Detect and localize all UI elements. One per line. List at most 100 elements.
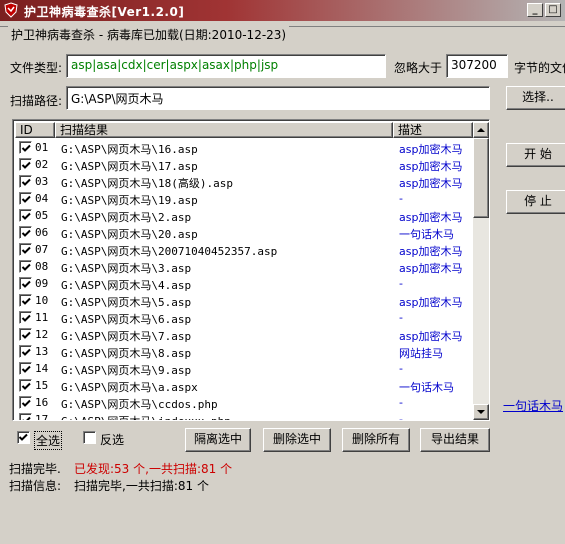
table-row[interactable]: 05 G:\ASP\网页木马\2.asp asp加密木马 bbox=[15, 207, 473, 224]
window-title: 护卫神病毒查杀[Ver1.2.0] bbox=[24, 5, 185, 19]
checkmark-icon bbox=[21, 348, 31, 356]
row-path: G:\ASP\网页木马\3.asp bbox=[61, 262, 192, 275]
row-desc: asp加密木马 bbox=[399, 177, 463, 190]
checkmark-icon bbox=[21, 280, 31, 288]
row-id: 07 bbox=[35, 243, 49, 256]
row-path: G:\ASP\网页木马\5.asp bbox=[61, 296, 192, 309]
row-path: G:\ASP\网页木马\a.aspx bbox=[61, 381, 198, 394]
maximize-button[interactable]: □ bbox=[545, 3, 561, 17]
table-row[interactable]: 15 G:\ASP\网页木马\a.aspx 一句话木马 bbox=[15, 377, 473, 394]
table-row[interactable]: 08 G:\ASP\网页木马\3.asp asp加密木马 bbox=[15, 258, 473, 275]
invert-label[interactable]: 反选 bbox=[100, 431, 124, 448]
invert-checkbox[interactable] bbox=[83, 431, 96, 444]
scroll-up-button[interactable] bbox=[473, 122, 489, 138]
table-row[interactable]: 03 G:\ASP\网页木马\18(高级).asp asp加密木马 bbox=[15, 173, 473, 190]
row-checkbox[interactable] bbox=[19, 158, 32, 171]
select-all-checkbox[interactable] bbox=[17, 431, 30, 444]
ignore-label: 忽略大于 bbox=[394, 61, 443, 75]
row-checkbox[interactable] bbox=[19, 413, 32, 420]
select-all-label[interactable]: 全选 bbox=[34, 431, 63, 450]
status-info-text: 扫描完毕,一共扫描:81 个 bbox=[74, 479, 209, 493]
ignore-size-input[interactable]: 307200 bbox=[446, 54, 508, 78]
table-row[interactable]: 11 G:\ASP\网页木马\6.asp - bbox=[15, 309, 473, 326]
checkmark-icon bbox=[21, 195, 31, 203]
table-row[interactable]: 04 G:\ASP\网页木马\19.asp - bbox=[15, 190, 473, 207]
checkmark-icon bbox=[21, 365, 31, 373]
row-id: 02 bbox=[35, 158, 49, 171]
row-desc: - bbox=[399, 277, 403, 290]
filetype-label: 文件类型: bbox=[10, 61, 63, 75]
table-row[interactable]: 10 G:\ASP\网页木马\5.asp asp加密木马 bbox=[15, 292, 473, 309]
table-row[interactable]: 14 G:\ASP\网页木马\9.asp - bbox=[15, 360, 473, 377]
column-header-result[interactable]: 扫描结果 bbox=[55, 122, 393, 138]
row-checkbox[interactable] bbox=[19, 328, 32, 341]
row-path: G:\ASP\网页木马\20071040452357.asp bbox=[61, 245, 278, 258]
row-path: G:\ASP\网页木马\17.asp bbox=[61, 160, 198, 173]
row-id: 17 bbox=[35, 413, 49, 421]
row-desc: asp加密木马 bbox=[399, 211, 463, 224]
checkmark-icon bbox=[21, 399, 31, 407]
filetype-input[interactable]: asp|asa|cdx|cer|aspx|asax|php|jsp bbox=[66, 54, 386, 78]
row-checkbox[interactable] bbox=[19, 396, 32, 409]
scan-path-input[interactable]: G:\ASP\网页木马 bbox=[66, 86, 490, 110]
export-button[interactable]: 导出结果 bbox=[420, 428, 490, 452]
row-checkbox[interactable] bbox=[19, 362, 32, 375]
results-list[interactable]: ID 扫描结果 描述 01 G:\ASP\网页木马\16.asp asp加密木马 02… bbox=[12, 119, 490, 421]
row-id: 03 bbox=[35, 175, 49, 188]
row-checkbox[interactable] bbox=[19, 141, 32, 154]
row-checkbox[interactable] bbox=[19, 175, 32, 188]
checkmark-icon bbox=[21, 382, 31, 390]
row-path: G:\ASP\网页木马\6.asp bbox=[61, 313, 192, 326]
row-path: G:\ASP\网页木马\16.asp bbox=[61, 143, 198, 156]
table-row[interactable]: 16 G:\ASP\网页木马\ccdos.php - bbox=[15, 394, 473, 411]
scan-path-label: 扫描路径: bbox=[10, 94, 63, 108]
stop-button[interactable]: 停 止 bbox=[506, 190, 565, 214]
table-row[interactable]: 07 G:\ASP\网页木马\20071040452357.asp asp加密木马 bbox=[15, 241, 473, 258]
row-checkbox[interactable] bbox=[19, 311, 32, 324]
row-id: 13 bbox=[35, 345, 49, 358]
row-desc: 一句话木马 bbox=[399, 228, 454, 241]
status-found-text: 已发现:53 个,一共扫描:81 个 bbox=[74, 462, 233, 476]
row-id: 10 bbox=[35, 294, 49, 307]
row-id: 12 bbox=[35, 328, 49, 341]
table-row[interactable]: 12 G:\ASP\网页木马\7.asp asp加密木马 bbox=[15, 326, 473, 343]
row-id: 05 bbox=[35, 209, 49, 222]
vertical-scrollbar[interactable] bbox=[473, 122, 489, 420]
table-row[interactable]: 09 G:\ASP\网页木马\4.asp - bbox=[15, 275, 473, 292]
row-checkbox[interactable] bbox=[19, 260, 32, 273]
row-checkbox[interactable] bbox=[19, 209, 32, 222]
scroll-thumb[interactable] bbox=[473, 138, 489, 218]
row-checkbox[interactable] bbox=[19, 192, 32, 205]
column-header-id[interactable]: ID bbox=[15, 122, 55, 138]
checkmark-icon bbox=[21, 331, 31, 339]
browse-button[interactable]: 选择.. bbox=[506, 86, 565, 110]
table-row[interactable]: 01 G:\ASP\网页木马\16.asp asp加密木马 bbox=[15, 139, 473, 156]
row-id: 15 bbox=[35, 379, 49, 392]
start-button[interactable]: 开 始 bbox=[506, 143, 565, 167]
row-checkbox[interactable] bbox=[19, 379, 32, 392]
list-header: ID 扫描结果 描述 bbox=[15, 122, 473, 138]
table-row[interactable]: 13 G:\ASP\网页木马\8.asp 网站挂马 bbox=[15, 343, 473, 360]
row-path: G:\ASP\网页木马\20.asp bbox=[61, 228, 198, 241]
table-row[interactable]: 06 G:\ASP\网页木马\20.asp 一句话木马 bbox=[15, 224, 473, 241]
minimize-button[interactable]: _ bbox=[527, 3, 543, 17]
isolate-button[interactable]: 隔离选中 bbox=[185, 428, 251, 452]
row-checkbox[interactable] bbox=[19, 243, 32, 256]
row-checkbox[interactable] bbox=[19, 345, 32, 358]
checkmark-icon bbox=[21, 297, 31, 305]
column-header-desc[interactable]: 描述 bbox=[393, 122, 473, 138]
row-path: G:\ASP\网页木马\ccdos.php bbox=[61, 398, 218, 411]
table-row[interactable]: 02 G:\ASP\网页木马\17.asp asp加密木马 bbox=[15, 156, 473, 173]
row-checkbox[interactable] bbox=[19, 294, 32, 307]
row-desc: - bbox=[399, 192, 403, 205]
table-row[interactable]: 17 G:\ASP\网页木马\indexxx.php - bbox=[15, 411, 473, 421]
title-bar[interactable]: 护卫神病毒查杀[Ver1.2.0] _ □ bbox=[0, 0, 565, 21]
row-checkbox[interactable] bbox=[19, 277, 32, 290]
side-link[interactable]: 一句话木马 bbox=[503, 397, 563, 414]
delete-selected-button[interactable]: 删除选中 bbox=[263, 428, 331, 452]
scroll-down-button[interactable] bbox=[473, 404, 489, 420]
row-desc: - bbox=[399, 362, 403, 375]
delete-all-button[interactable]: 删除所有 bbox=[342, 428, 410, 452]
checkmark-icon bbox=[21, 263, 31, 271]
row-checkbox[interactable] bbox=[19, 226, 32, 239]
